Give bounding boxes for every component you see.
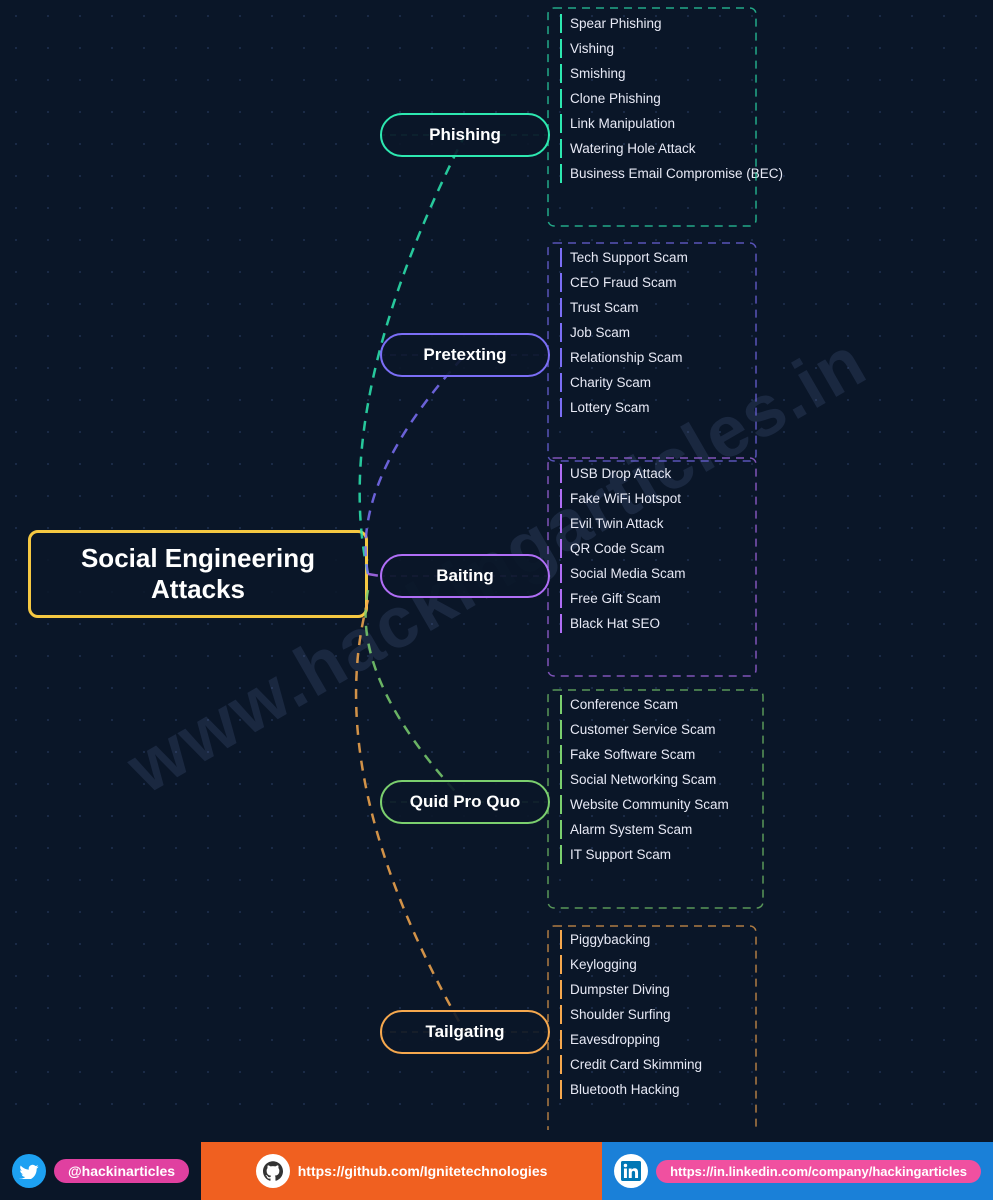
twitter-handle: @hackinarticles [54, 1159, 189, 1183]
baiting-label: Baiting [436, 566, 494, 586]
tailgating-subitems: Piggybacking Keylogging Dumpster Diving … [560, 930, 710, 1099]
tailgating-label: Tailgating [425, 1022, 504, 1042]
list-item: Spear Phishing [560, 14, 791, 33]
list-item: Watering Hole Attack [560, 139, 791, 158]
pretexting-label: Pretexting [423, 345, 506, 365]
phishing-label: Phishing [429, 125, 501, 145]
linkedin-icon [614, 1154, 648, 1188]
list-item: Free Gift Scam [560, 589, 694, 608]
footer-twitter[interactable]: @hackinarticles [0, 1142, 201, 1200]
baiting-node: Baiting [380, 554, 550, 598]
list-item: Charity Scam [560, 373, 696, 392]
list-item: Tech Support Scam [560, 248, 696, 267]
tailgating-node: Tailgating [380, 1010, 550, 1054]
central-node: Social Engineering Attacks [28, 530, 368, 618]
list-item: Evil Twin Attack [560, 514, 694, 533]
list-item: Relationship Scam [560, 348, 696, 367]
main-container: www.hackingarticles.in Social Engineerin… [0, 0, 993, 1130]
list-item: Piggybacking [560, 930, 710, 949]
list-item: Clone Phishing [560, 89, 791, 108]
twitter-icon [12, 1154, 46, 1188]
github-url: https://github.com/Ignitetechnologies [298, 1163, 548, 1179]
list-item: IT Support Scam [560, 845, 737, 864]
list-item: CEO Fraud Scam [560, 273, 696, 292]
footer-github[interactable]: https://github.com/Ignitetechnologies [201, 1142, 602, 1200]
list-item: Smishing [560, 64, 791, 83]
list-item: Job Scam [560, 323, 696, 342]
baiting-subitems: USB Drop Attack Fake WiFi Hotspot Evil T… [560, 464, 694, 633]
quidproquo-label: Quid Pro Quo [410, 792, 521, 812]
list-item: Keylogging [560, 955, 710, 974]
list-item: Shoulder Surfing [560, 1005, 710, 1024]
list-item: Vishing [560, 39, 791, 58]
quidproquo-subitems: Conference Scam Customer Service Scam Fa… [560, 695, 737, 864]
pretexting-node: Pretexting [380, 333, 550, 377]
list-item: Link Manipulation [560, 114, 791, 133]
list-item: Lottery Scam [560, 398, 696, 417]
list-item: Social Networking Scam [560, 770, 737, 789]
footer-linkedin[interactable]: https://in.linkedin.com/company/hackinga… [602, 1142, 993, 1200]
list-item: Bluetooth Hacking [560, 1080, 710, 1099]
list-item: Customer Service Scam [560, 720, 737, 739]
list-item: Website Community Scam [560, 795, 737, 814]
list-item: Trust Scam [560, 298, 696, 317]
list-item: Conference Scam [560, 695, 737, 714]
footer: @hackinarticles https://github.com/Ignit… [0, 1142, 993, 1200]
github-icon [256, 1154, 290, 1188]
list-item: Eavesdropping [560, 1030, 710, 1049]
linkedin-url: https://in.linkedin.com/company/hackinga… [656, 1160, 981, 1183]
list-item: QR Code Scam [560, 539, 694, 558]
phishing-subitems: Spear Phishing Vishing Smishing Clone Ph… [560, 14, 791, 183]
quidproquo-node: Quid Pro Quo [380, 780, 550, 824]
list-item: Business Email Compromise (BEC) [560, 164, 791, 183]
list-item: Credit Card Skimming [560, 1055, 710, 1074]
list-item: Black Hat SEO [560, 614, 694, 633]
central-node-label: Social Engineering Attacks [31, 543, 365, 605]
phishing-node: Phishing [380, 113, 550, 157]
list-item: Fake WiFi Hotspot [560, 489, 694, 508]
list-item: Fake Software Scam [560, 745, 737, 764]
list-item: Dumpster Diving [560, 980, 710, 999]
pretexting-subitems: Tech Support Scam CEO Fraud Scam Trust S… [560, 248, 696, 417]
list-item: Alarm System Scam [560, 820, 737, 839]
list-item: Social Media Scam [560, 564, 694, 583]
list-item: USB Drop Attack [560, 464, 694, 483]
